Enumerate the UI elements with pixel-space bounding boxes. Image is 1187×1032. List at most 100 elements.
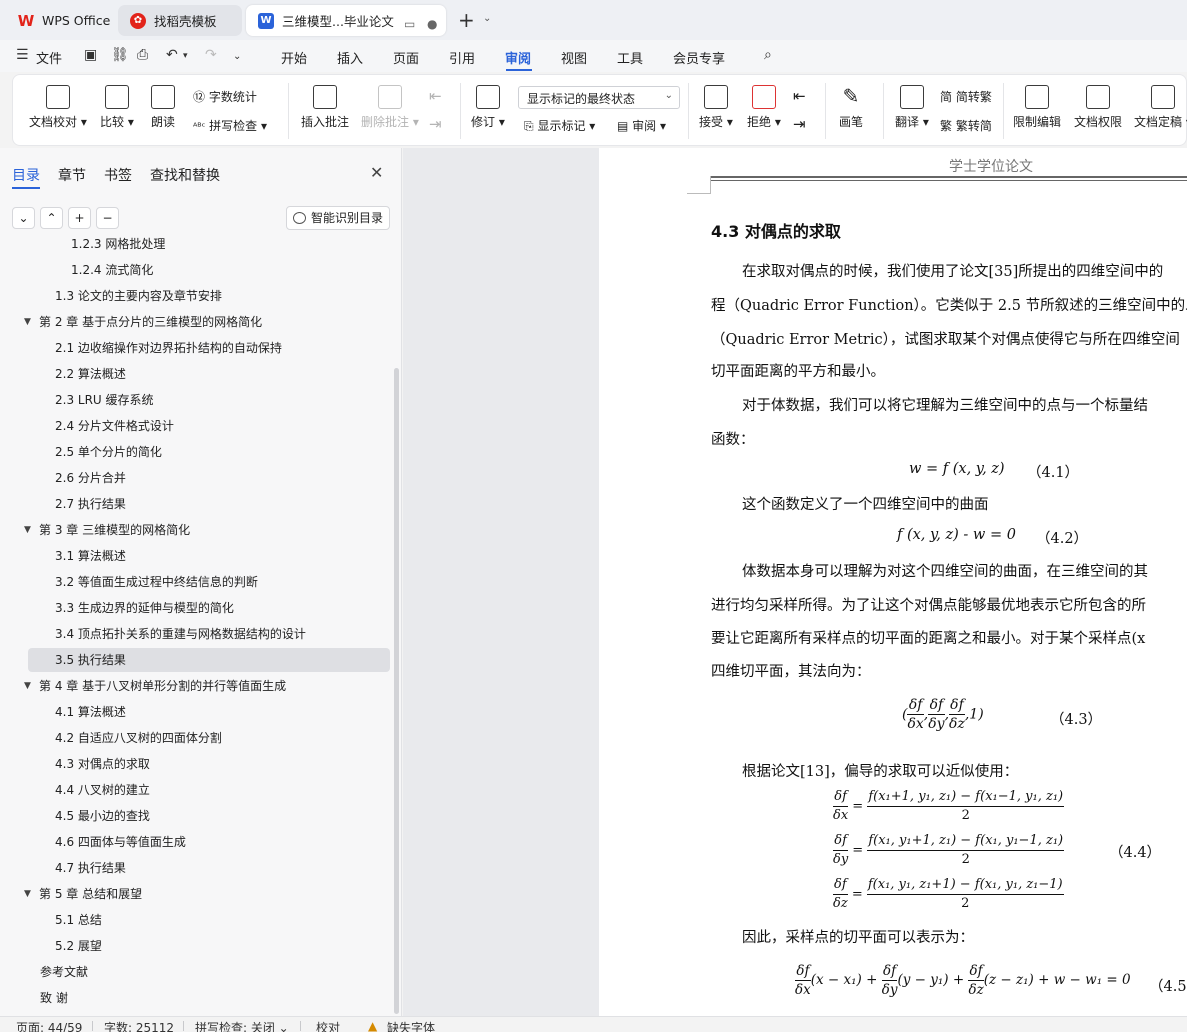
toc-item[interactable]: 3.5 执行结果 [28,648,390,672]
doc-finalize-button[interactable]: 文档定稿 ▾ [1134,85,1187,130]
smart-toc-button[interactable]: 智能识别目录 [286,206,390,230]
toc-item[interactable]: 2.6 分片合并 [28,466,390,490]
expand-caret-icon[interactable]: ▼ [24,518,31,542]
toc-item[interactable]: 2.3 LRU 缓存系统 [28,388,390,412]
toc-item[interactable]: 4.6 四面体与等值面生成 [28,830,390,854]
word-count-status[interactable]: 字数: 25112 [104,1019,174,1032]
expand-caret-icon[interactable]: ▼ [24,310,31,334]
expand-caret-icon[interactable]: ▼ [24,882,31,906]
chevron-down-icon[interactable]: ▾ [183,51,188,61]
toc-item[interactable]: 1.2.4 流式简化 [28,258,390,282]
share-icon[interactable]: ⛓ [111,47,129,63]
toc-item[interactable]: ▼ 第 4 章 基于八叉树单形分割的并行等值面生成 [24,674,390,698]
doc-permission-button[interactable]: 文档权限 [1074,85,1122,130]
menu-references[interactable]: 引用 [449,48,475,67]
next-comment-icon[interactable]: ⇥ [429,115,442,133]
insert-comment-button[interactable]: 插入批注 [301,85,349,130]
window-mode-icon[interactable]: ▭ [404,17,415,31]
toc-item[interactable]: 5.1 总结 [28,908,390,932]
spell-check-status[interactable]: 拼写检查: 关闭 ⌄ [195,1019,289,1032]
toc-item[interactable]: 1.2.3 网格批处理 [28,232,390,256]
toc-item[interactable]: 2.1 边收缩操作对边界拓扑结构的自动保持 [28,336,390,360]
add-heading-button[interactable]: + [68,207,91,229]
tab-find-replace[interactable]: 查找和替换 [150,165,220,185]
toc-item[interactable]: 3.3 生成边界的延伸与模型的简化 [28,596,390,620]
toc-item[interactable]: 2.4 分片文件格式设计 [28,414,390,438]
toc-item[interactable]: 2.5 单个分片的简化 [28,440,390,464]
markup-state-select[interactable]: 显示标记的最终状态 ⌄ [518,86,680,109]
tab-document[interactable]: W 三维模型...毕业论文 ▭ ● [246,5,446,36]
toc-item[interactable]: 4.3 对偶点的求取 [28,752,390,776]
toc-item[interactable]: ▼ 第 5 章 总结和展望 [24,882,390,906]
undo-icon[interactable]: ↶ [166,47,178,63]
more-chevron-icon[interactable]: ⌄ [233,51,241,62]
save-icon[interactable]: ▣ [84,47,97,63]
toc-item[interactable]: 5.2 展望 [28,934,390,958]
prev-change-icon[interactable]: ⇤ [793,87,806,105]
compare-button[interactable]: 比较 ▾ [100,85,134,130]
menu-member[interactable]: 会员专享 [673,48,725,67]
missing-font-status[interactable]: 缺失字体 [387,1019,435,1032]
remove-heading-button[interactable]: − [96,207,119,229]
toc-item[interactable]: 致 谢 [28,986,390,1010]
chevron-down-icon[interactable]: ⌄ [483,13,491,24]
print-preview-icon[interactable]: ⎙ [137,47,148,63]
tab-templates[interactable]: ✿ 找稻壳模板 [118,5,242,36]
prev-comment-icon[interactable]: ⇤ [429,87,442,105]
proofread-status[interactable]: 校对 [316,1019,340,1032]
expand-caret-icon[interactable]: ▼ [24,674,31,698]
menu-home[interactable]: 开始 [281,48,307,67]
redo-icon[interactable]: ↷ [205,47,217,63]
spell-check-button[interactable]: ᴬᴮᶜ 拼写检查 ▾ [193,117,267,134]
toc-item[interactable]: ▼ 第 3 章 三维模型的网格简化 [24,518,390,542]
menu-tools[interactable]: 工具 [617,48,643,67]
menu-page[interactable]: 页面 [393,48,419,67]
tab-toc[interactable]: 目录 [12,165,40,185]
toc-item[interactable]: 4.2 自适应八叉树的四面体分割 [28,726,390,750]
toc-item[interactable]: 参考文献 [28,960,390,984]
menu-review[interactable]: 审阅 [505,48,531,67]
toc-item[interactable]: 3.2 等值面生成过程中终结信息的判断 [28,570,390,594]
toc-item[interactable]: 2.2 算法概述 [28,362,390,386]
tab-bookmarks[interactable]: 书签 [104,165,132,185]
toc-item[interactable]: 3.4 顶点拓扑关系的重建与网格数据结构的设计 [28,622,390,646]
toc-item[interactable]: 3.1 算法概述 [28,544,390,568]
delete-comment-button[interactable]: 删除批注 ▾ [361,85,419,130]
collapse-all-button[interactable]: ⌄ [12,207,35,229]
restrict-edit-button[interactable]: 限制编辑 [1013,85,1061,130]
toc-item[interactable]: 1.3 论文的主要内容及章节安排 [28,284,390,308]
pen-button[interactable]: ✎ 画笔 [839,85,863,130]
track-changes-button[interactable]: 修订 ▾ [471,85,505,130]
next-change-icon[interactable]: ⇥ [793,115,806,133]
document-page[interactable]: 学士学位论文 4.3 对偶点的求取 在求取对偶点的时候，我们使用了论文[35]所… [599,148,1187,1016]
read-aloud-button[interactable]: 朗读 [151,85,175,130]
tab-chapters[interactable]: 章节 [58,165,86,185]
simp-to-trad-button[interactable]: 简 简转繁 [940,88,992,105]
reject-button[interactable]: 拒绝 ▾ [747,85,781,130]
toc-item[interactable]: 2.7 执行结果 [28,492,390,516]
toc-item[interactable]: 4.7 执行结果 [28,856,390,880]
tab-wps-office[interactable]: W WPS Office [6,5,114,36]
toc-item[interactable]: 4.1 算法概述 [28,700,390,724]
translate-button[interactable]: 翻译 ▾ [895,85,929,130]
word-count-button[interactable]: ⑫ 字数统计 [193,88,257,105]
nav-scrollbar[interactable] [394,368,399,1014]
hamburger-menu-icon[interactable]: ☰ [16,47,29,63]
toc-item[interactable]: 4.5 最小边的查找 [28,804,390,828]
accept-button[interactable]: 接受 ▾ [699,85,733,130]
menu-file[interactable]: 文件 [36,48,62,67]
toc-item[interactable]: ▼ 第 2 章 基于点分片的三维模型的网格简化 [24,310,390,334]
menu-insert[interactable]: 插入 [337,48,363,67]
new-tab-plus-icon[interactable]: + [458,8,475,32]
show-markup-button[interactable]: ⎘ 显示标记 ▾ [524,117,595,134]
expand-up-button[interactable]: ⌃ [40,207,63,229]
toc-item[interactable]: 4.4 八叉树的建立 [28,778,390,802]
trad-to-simp-button[interactable]: 繁 繁转简 [940,117,992,134]
close-icon[interactable]: ✕ [370,163,383,182]
page-indicator[interactable]: 页面: 44/59 [16,1019,82,1032]
doc-proof-button[interactable]: 文档校对 ▾ [29,85,87,130]
review-pane-button[interactable]: ▤ 审阅 ▾ [617,117,666,134]
menu-view[interactable]: 视图 [561,48,587,67]
unsaved-dot-icon[interactable]: ● [427,17,437,31]
search-icon[interactable]: ⌕ [764,47,772,63]
